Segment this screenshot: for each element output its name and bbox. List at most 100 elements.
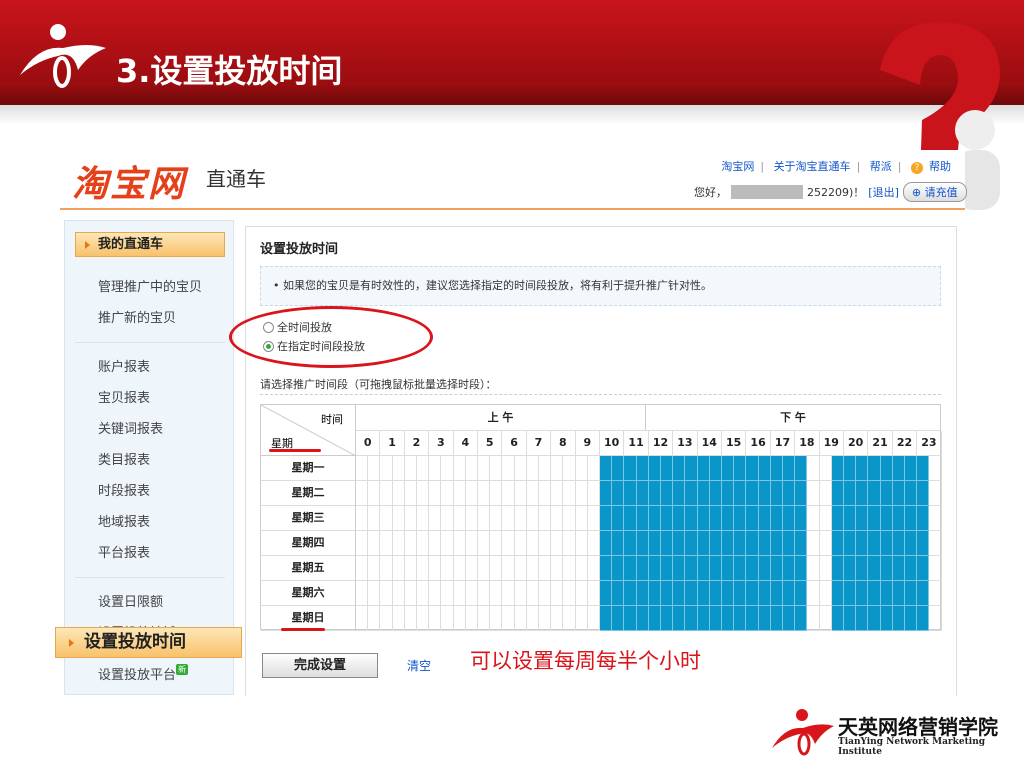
half-hour-slot[interactable] <box>380 531 393 556</box>
half-hour-slot[interactable] <box>807 556 820 581</box>
half-hour-slot[interactable] <box>758 481 771 506</box>
half-hour-slot[interactable] <box>905 606 918 631</box>
half-hour-slot[interactable] <box>783 556 796 581</box>
half-hour-slot[interactable] <box>844 456 857 481</box>
half-hour-slot[interactable] <box>722 606 735 631</box>
half-hour-slot[interactable] <box>490 556 503 581</box>
half-hour-slot[interactable] <box>709 606 722 631</box>
half-hour-slot[interactable] <box>868 456 881 481</box>
half-hour-slot[interactable] <box>722 456 735 481</box>
half-hour-slot[interactable] <box>819 506 832 531</box>
half-hour-slot[interactable] <box>905 506 918 531</box>
half-hour-slot[interactable] <box>624 556 637 581</box>
half-hour-slot[interactable] <box>929 581 942 606</box>
half-hour-slot[interactable] <box>600 581 613 606</box>
half-hour-slot[interactable] <box>770 456 783 481</box>
half-hour-slot[interactable] <box>746 456 759 481</box>
half-hour-slot[interactable] <box>380 556 393 581</box>
half-hour-slot[interactable] <box>673 606 686 631</box>
half-hour-slot[interactable] <box>502 606 515 631</box>
half-hour-slot[interactable] <box>563 456 576 481</box>
half-hour-slot[interactable] <box>783 481 796 506</box>
clear-link[interactable]: 清空 <box>407 657 431 674</box>
half-hour-slot[interactable] <box>526 556 539 581</box>
half-hour-slot[interactable] <box>404 531 417 556</box>
half-hour-slot[interactable] <box>709 506 722 531</box>
sidebar-item[interactable]: 时段报表 <box>98 480 150 499</box>
half-hour-slot[interactable] <box>624 531 637 556</box>
half-hour-slot[interactable] <box>441 606 454 631</box>
half-hour-slot[interactable] <box>624 456 637 481</box>
half-hour-slot[interactable] <box>831 556 844 581</box>
half-hour-slot[interactable] <box>844 531 857 556</box>
half-hour-slot[interactable] <box>831 581 844 606</box>
half-hour-slot[interactable] <box>624 581 637 606</box>
link-taobao[interactable]: 淘宝网 <box>721 160 754 173</box>
half-hour-slot[interactable] <box>880 556 893 581</box>
half-hour-slot[interactable] <box>612 506 625 531</box>
half-hour-slot[interactable] <box>441 506 454 531</box>
half-hour-slot[interactable] <box>478 606 491 631</box>
half-hour-slot[interactable] <box>575 506 588 531</box>
sidebar-head[interactable]: 我的直通车 <box>75 232 225 257</box>
half-hour-slot[interactable] <box>636 481 649 506</box>
half-hour-slot[interactable] <box>380 606 393 631</box>
half-hour-slot[interactable] <box>697 531 710 556</box>
half-hour-slot[interactable] <box>636 531 649 556</box>
half-hour-slot[interactable] <box>685 581 698 606</box>
sidebar-item[interactable]: 账户报表 <box>98 356 150 375</box>
half-hour-slot[interactable] <box>380 581 393 606</box>
half-hour-slot[interactable] <box>892 556 905 581</box>
half-hour-slot[interactable] <box>758 456 771 481</box>
half-hour-slot[interactable] <box>404 606 417 631</box>
half-hour-slot[interactable] <box>478 531 491 556</box>
half-hour-slot[interactable] <box>673 456 686 481</box>
half-hour-slot[interactable] <box>514 581 527 606</box>
time-grid[interactable]: 时间 星期 上 午 下 午 0 1 2 3 4 5 6 7 8 9 10 11 12 13 14 15 16 17… <box>260 404 942 631</box>
half-hour-slot[interactable] <box>368 506 381 531</box>
half-hour-slot[interactable] <box>563 481 576 506</box>
link-about[interactable]: 关于淘宝直通车 <box>774 160 851 173</box>
half-hour-slot[interactable] <box>551 506 564 531</box>
half-hour-slot[interactable] <box>783 606 796 631</box>
link-help[interactable]: 帮助 <box>929 160 951 173</box>
half-hour-slot[interactable] <box>831 506 844 531</box>
half-hour-slot[interactable] <box>917 556 930 581</box>
half-hour-slot[interactable] <box>819 481 832 506</box>
half-hour-slot[interactable] <box>478 456 491 481</box>
half-hour-slot[interactable] <box>453 581 466 606</box>
half-hour-slot[interactable] <box>795 456 808 481</box>
half-hour-slot[interactable] <box>929 481 942 506</box>
half-hour-slot[interactable] <box>636 606 649 631</box>
half-hour-slot[interactable] <box>880 531 893 556</box>
half-hour-slot[interactable] <box>734 531 747 556</box>
half-hour-slot[interactable] <box>697 556 710 581</box>
half-hour-slot[interactable] <box>514 481 527 506</box>
half-hour-slot[interactable] <box>392 556 405 581</box>
sidebar-item[interactable]: 推广新的宝贝 <box>98 307 176 326</box>
half-hour-slot[interactable] <box>648 531 661 556</box>
half-hour-slot[interactable] <box>819 581 832 606</box>
half-hour-slot[interactable] <box>661 556 674 581</box>
half-hour-slot[interactable] <box>892 581 905 606</box>
half-hour-slot[interactable] <box>661 531 674 556</box>
half-hour-slot[interactable] <box>722 481 735 506</box>
half-hour-slot[interactable] <box>661 481 674 506</box>
half-hour-slot[interactable] <box>709 456 722 481</box>
half-hour-slot[interactable] <box>404 481 417 506</box>
half-hour-slot[interactable] <box>526 581 539 606</box>
sidebar-item[interactable]: 设置日限额 <box>98 591 163 610</box>
half-hour-slot[interactable] <box>709 556 722 581</box>
half-hour-slot[interactable] <box>551 581 564 606</box>
half-hour-slot[interactable] <box>795 581 808 606</box>
recharge-button[interactable]: ⊕ 请充值 <box>902 182 967 202</box>
half-hour-slot[interactable] <box>392 581 405 606</box>
half-hour-slot[interactable] <box>417 581 430 606</box>
half-hour-slot[interactable] <box>478 506 491 531</box>
half-hour-slot[interactable] <box>575 481 588 506</box>
half-hour-slot[interactable] <box>673 531 686 556</box>
half-hour-slot[interactable] <box>356 556 369 581</box>
half-hour-slot[interactable] <box>563 506 576 531</box>
half-hour-slot[interactable] <box>490 506 503 531</box>
half-hour-slot[interactable] <box>783 581 796 606</box>
